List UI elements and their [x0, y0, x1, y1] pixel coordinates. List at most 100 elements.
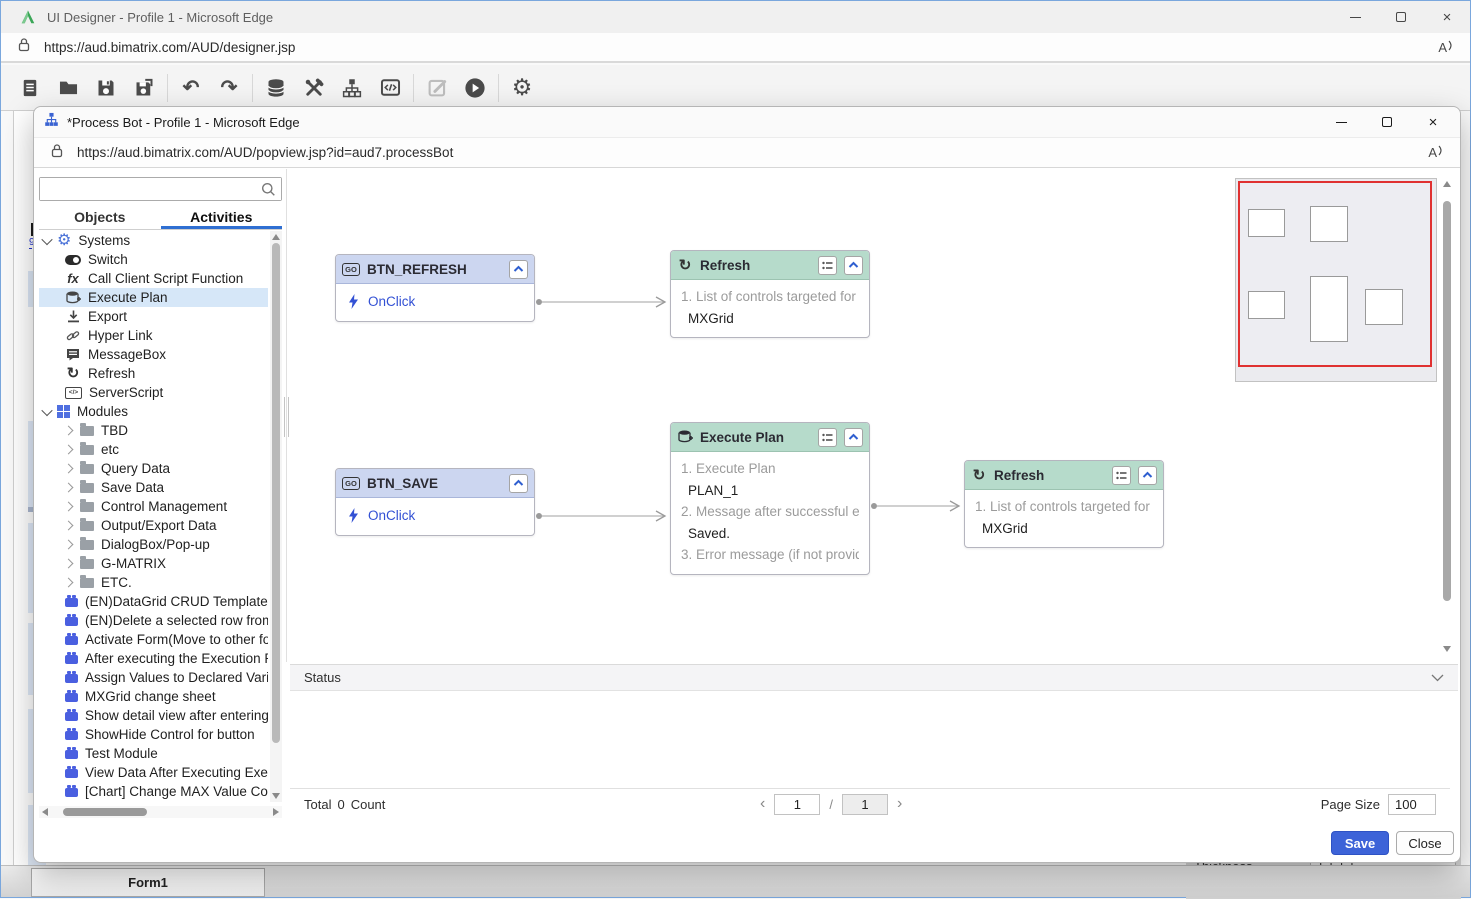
tree-module-item[interactable]: Show detail view after entering: [39, 706, 268, 725]
tree-folder-dialogbox[interactable]: DialogBox/Pop-up: [39, 535, 268, 554]
node-properties-button[interactable]: [818, 428, 837, 447]
node-btn-save[interactable]: GO BTN_SAVE OnClick: [335, 468, 535, 536]
edit-button[interactable]: [418, 69, 456, 107]
run-button[interactable]: [456, 69, 494, 107]
tree-module-item[interactable]: [Chart] Change MAX Value Colo: [39, 782, 268, 801]
tree-item-hyper-link[interactable]: Hyper Link: [39, 326, 268, 345]
tree-module-item[interactable]: (EN)DataGrid CRUD Template: [39, 592, 268, 611]
tree-item-call-client-script[interactable]: fx Call Client Script Function: [39, 269, 268, 288]
node-properties-button[interactable]: [1112, 466, 1131, 485]
read-aloud-icon[interactable]: A: [1438, 40, 1454, 55]
popup-maximize-button[interactable]: [1364, 107, 1410, 137]
tree-folder-g-matrix[interactable]: G-MATRIX: [39, 554, 268, 573]
node-header[interactable]: Execute Plan: [671, 423, 869, 452]
settings-button[interactable]: ⚙: [503, 69, 541, 107]
event-row[interactable]: OnClick: [346, 290, 524, 313]
save-button[interactable]: Save: [1331, 831, 1389, 855]
form-tab[interactable]: Form1: [31, 868, 265, 897]
main-url-text[interactable]: https://aud.bimatrix.com/AUD/designer.js…: [44, 40, 295, 55]
scroll-up-icon[interactable]: [1443, 181, 1451, 187]
tree-folder-tbd[interactable]: TBD: [39, 421, 268, 440]
tree-folder-query-data[interactable]: Query Data: [39, 459, 268, 478]
close-button[interactable]: ×: [1424, 1, 1470, 33]
tree-module-item[interactable]: View Data After Executing Execu: [39, 763, 268, 782]
read-aloud-icon[interactable]: A: [1428, 145, 1444, 160]
node-header[interactable]: GO BTN_SAVE: [336, 469, 534, 498]
collapse-node-button[interactable]: [844, 256, 863, 275]
minimap-viewport[interactable]: [1238, 181, 1432, 367]
param-value[interactable]: MXGrid: [975, 518, 1153, 540]
tree-module-item[interactable]: Test Module: [39, 744, 268, 763]
tree-folder-etc[interactable]: etc: [39, 440, 268, 459]
node-header[interactable]: ↻ Refresh: [671, 251, 869, 280]
scrollbar-thumb[interactable]: [63, 808, 147, 816]
minimize-button[interactable]: [1332, 1, 1378, 33]
new-document-button[interactable]: [11, 69, 49, 107]
canvas-minimap[interactable]: [1235, 178, 1437, 382]
popup-minimize-button[interactable]: [1318, 107, 1364, 137]
canvas-vertical-scrollbar[interactable]: [1440, 171, 1454, 660]
collapse-node-button[interactable]: [509, 474, 528, 493]
save-as-button[interactable]: [125, 69, 163, 107]
tree-folder-etc2[interactable]: ETC.: [39, 573, 268, 592]
tree-vertical-scrollbar[interactable]: [270, 231, 282, 802]
next-page-button[interactable]: ›: [897, 795, 902, 813]
node-header[interactable]: ↻ Refresh: [965, 461, 1163, 490]
scrollbar-thumb[interactable]: [1443, 201, 1451, 601]
tree-item-refresh[interactable]: ↻ Refresh: [39, 364, 268, 383]
scroll-right-icon[interactable]: [273, 808, 279, 816]
collapse-node-button[interactable]: [844, 428, 863, 447]
tree-module-item[interactable]: After executing the Execution Pl: [39, 649, 268, 668]
scroll-up-icon[interactable]: [272, 234, 280, 240]
scroll-down-icon[interactable]: [1443, 646, 1451, 652]
popup-close-button[interactable]: ×: [1410, 107, 1456, 137]
collapse-node-button[interactable]: [1138, 466, 1157, 485]
param-value[interactable]: MXGrid: [681, 308, 859, 330]
node-execute-plan[interactable]: Execute Plan 1. Execute Plan PLAN_1 2. M…: [670, 422, 870, 575]
tree-item-switch[interactable]: Switch: [39, 250, 268, 269]
database-button[interactable]: [257, 69, 295, 107]
undo-button[interactable]: ↶: [172, 69, 210, 107]
node-refresh-1[interactable]: ↻ Refresh 1. List of controls targeted f…: [670, 250, 870, 338]
tree-horizontal-scrollbar[interactable]: [39, 806, 282, 818]
tree-group-systems[interactable]: ⚙ Systems: [39, 231, 268, 250]
tree-module-item[interactable]: (EN)Delete a selected row from: [39, 611, 268, 630]
close-button[interactable]: Close: [1396, 831, 1454, 855]
code-editor-button[interactable]: [371, 69, 409, 107]
tree-module-item[interactable]: MXGrid change sheet: [39, 687, 268, 706]
search-input[interactable]: [40, 178, 281, 200]
flow-canvas[interactable]: GO BTN_REFRESH OnClick ↻ Refresh: [290, 169, 1457, 662]
tree-item-messagebox[interactable]: MessageBox: [39, 345, 268, 364]
tab-objects[interactable]: Objects: [39, 207, 161, 229]
tree-module-item[interactable]: Activate Form(Move to other fo: [39, 630, 268, 649]
tree-item-execute-plan[interactable]: Execute Plan: [39, 288, 268, 307]
scroll-down-icon[interactable]: [272, 793, 280, 799]
popup-url-text[interactable]: https://aud.bimatrix.com/AUD/popview.jsp…: [77, 145, 453, 160]
param-value[interactable]: Saved.: [681, 523, 859, 545]
node-refresh-2[interactable]: ↻ Refresh 1. List of controls targeted f…: [964, 460, 1164, 548]
tree-folder-save-data[interactable]: Save Data: [39, 478, 268, 497]
previous-page-button[interactable]: ‹: [760, 795, 765, 813]
save-button[interactable]: [87, 69, 125, 107]
scrollbar-thumb[interactable]: [272, 243, 280, 743]
redo-button[interactable]: ↷: [210, 69, 248, 107]
node-properties-button[interactable]: [818, 256, 837, 275]
node-btn-refresh[interactable]: GO BTN_REFRESH OnClick: [335, 254, 535, 322]
page-size-input[interactable]: [1388, 794, 1436, 815]
tools-button[interactable]: [295, 69, 333, 107]
current-page-input[interactable]: [774, 794, 820, 815]
param-value[interactable]: PLAN_1: [681, 480, 859, 502]
hierarchy-button[interactable]: [333, 69, 371, 107]
event-row[interactable]: OnClick: [346, 504, 524, 527]
maximize-button[interactable]: [1378, 1, 1424, 33]
collapse-node-button[interactable]: [509, 260, 528, 279]
tree-folder-control-management[interactable]: Control Management: [39, 497, 268, 516]
tree-item-serverscript[interactable]: </> ServerScript: [39, 383, 268, 402]
scroll-left-icon[interactable]: [42, 808, 48, 816]
tree-item-export[interactable]: Export: [39, 307, 268, 326]
tab-activities[interactable]: Activities: [161, 207, 283, 229]
status-collapse-button[interactable]: [1431, 670, 1444, 685]
tree-module-item[interactable]: Assign Values to Declared Varial: [39, 668, 268, 687]
splitter-grip[interactable]: [284, 397, 289, 437]
tree-module-item[interactable]: ShowHide Control for button: [39, 725, 268, 744]
